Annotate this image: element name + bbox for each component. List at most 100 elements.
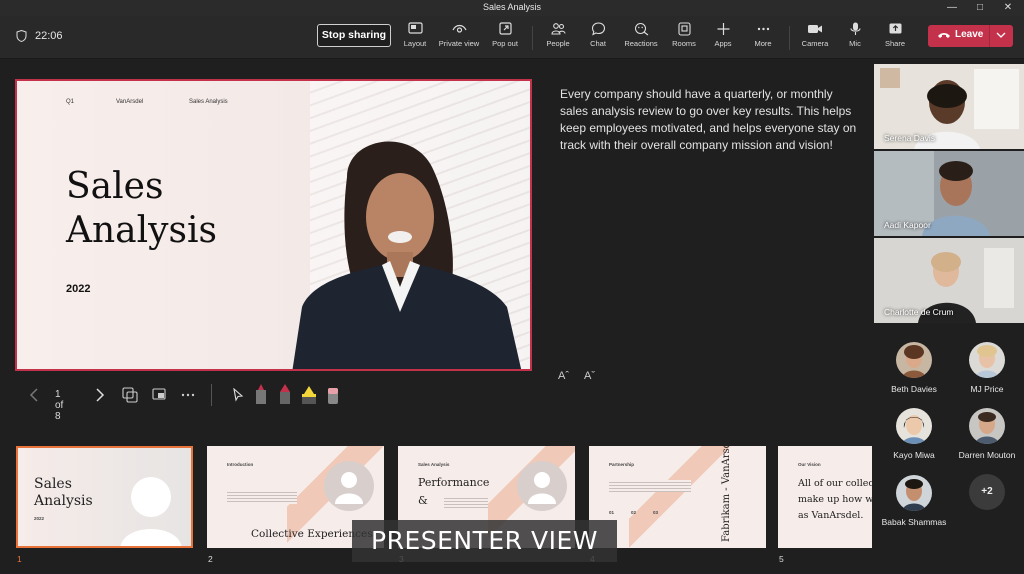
private-view-button[interactable]: Private view bbox=[436, 22, 482, 48]
layout-button[interactable]: Layout bbox=[392, 22, 438, 48]
private-view-label: Private view bbox=[438, 39, 480, 48]
share-icon bbox=[889, 23, 901, 34]
close-icon[interactable]: ✕ bbox=[994, 0, 1022, 16]
pointer-icon[interactable] bbox=[232, 388, 244, 402]
reactions-button[interactable]: Reactions bbox=[618, 22, 664, 48]
more-icon bbox=[757, 27, 769, 31]
thumb-stat: 02 bbox=[631, 510, 637, 515]
eraser-icon[interactable] bbox=[326, 384, 340, 406]
timer-text: 22:06 bbox=[35, 30, 63, 42]
participant-name: Darren Mouton bbox=[958, 450, 1016, 460]
thumb-heading: Partnership bbox=[609, 462, 635, 467]
thumb-heading: Our Vision bbox=[798, 462, 821, 467]
pop-out-icon bbox=[498, 22, 512, 35]
participant-name: Aadi Kapoor bbox=[884, 220, 931, 230]
rooms-label: Rooms bbox=[672, 39, 696, 48]
participant-avatar[interactable]: MJ Price bbox=[947, 342, 1024, 394]
slide-title-line1: Sales bbox=[66, 166, 164, 207]
thumb-heading: Introduction bbox=[227, 462, 254, 467]
rooms-icon bbox=[677, 22, 691, 36]
more-options-icon[interactable] bbox=[181, 387, 195, 403]
participant-video[interactable]: Aadi Kapoor bbox=[874, 151, 1024, 236]
slide-thumbnail[interactable]: Our Vision All of our collecti make up h… bbox=[778, 446, 872, 548]
chevron-down-icon[interactable] bbox=[994, 28, 1008, 42]
layout-icon bbox=[407, 22, 423, 34]
participant-video[interactable]: Charlotte de Crum bbox=[874, 238, 1024, 323]
leave-button[interactable]: Leave bbox=[928, 25, 1013, 47]
avatar bbox=[896, 342, 932, 378]
thumb-title-line1: Sales bbox=[34, 476, 72, 492]
pop-out-button[interactable]: Pop out bbox=[482, 22, 528, 48]
thumb-subtitle: 2022 bbox=[34, 516, 45, 521]
people-icon bbox=[550, 23, 566, 35]
thumb-heading: Sales Analysis bbox=[418, 462, 450, 467]
laser-pen-icon[interactable] bbox=[254, 384, 268, 406]
thumb-big-text: make up how we bbox=[798, 494, 872, 505]
thumb-number: 5 bbox=[779, 554, 784, 564]
thumb-title-line2: Analysis bbox=[34, 493, 93, 509]
maximize-icon[interactable]: □ bbox=[966, 0, 994, 16]
participant-avatar[interactable]: Darren Mouton bbox=[947, 408, 1024, 460]
chat-icon bbox=[591, 22, 605, 36]
thumb-big-text: & bbox=[418, 494, 428, 507]
mic-icon bbox=[849, 22, 861, 35]
slide-title-line2: Analysis bbox=[66, 210, 217, 251]
decrease-font-button[interactable]: Aˇ bbox=[584, 370, 595, 382]
share-label: Share bbox=[884, 39, 905, 48]
controls-divider bbox=[211, 384, 212, 406]
participant-avatar[interactable]: Kayo Miwa bbox=[874, 408, 954, 460]
thumb-big-text: as VanArsdel. bbox=[798, 510, 864, 521]
more-participants-button[interactable]: +2 bbox=[969, 474, 1005, 510]
share-button[interactable]: Share bbox=[872, 22, 918, 48]
slide-thumbnail[interactable]: Sales Analysis 2022 bbox=[16, 446, 193, 548]
participant-name: Beth Davies bbox=[891, 384, 937, 394]
plus-icon bbox=[717, 23, 729, 35]
participant-name: Babak Shammas bbox=[881, 517, 947, 527]
more-button[interactable]: More bbox=[740, 22, 786, 48]
current-slide[interactable]: Q1 VanArsdel Sales Analysis Sales Analys… bbox=[15, 79, 532, 371]
participant-name: MJ Price bbox=[970, 384, 1004, 394]
stop-sharing-button[interactable]: Stop sharing bbox=[317, 24, 391, 47]
thumb-big-text: All of our collecti bbox=[798, 478, 872, 489]
phone-hangup-icon bbox=[938, 32, 950, 38]
pop-out-label: Pop out bbox=[492, 39, 518, 48]
placeholder-person-icon bbox=[324, 461, 374, 511]
participant-video[interactable]: Serena Davis bbox=[874, 64, 1024, 149]
highlighter-icon[interactable] bbox=[301, 384, 317, 406]
participant-name: Charlotte de Crum bbox=[884, 307, 954, 317]
placeholder-person-icon bbox=[120, 477, 182, 546]
chevron-left-icon[interactable] bbox=[28, 387, 40, 403]
presenter-video bbox=[292, 141, 522, 369]
window-title: Sales Analysis bbox=[482, 2, 542, 12]
chat-button[interactable]: Chat bbox=[575, 22, 621, 48]
more-label: More bbox=[754, 39, 772, 48]
participant-avatar[interactable]: Beth Davies bbox=[874, 342, 954, 394]
camera-icon bbox=[808, 25, 822, 33]
thumb-stat: 03 bbox=[653, 510, 659, 515]
chat-label: Chat bbox=[590, 39, 606, 48]
presenter-view-banner: PRESENTER VIEW bbox=[352, 520, 617, 562]
meeting-timer: 22:06 bbox=[16, 30, 63, 42]
leave-label: Leave bbox=[955, 29, 984, 40]
slide-header-company: VanArsdel bbox=[116, 99, 144, 105]
all-slides-icon[interactable] bbox=[122, 387, 138, 403]
leave-divider bbox=[989, 25, 990, 47]
camera-label: Camera bbox=[801, 39, 829, 48]
people-label: People bbox=[546, 39, 570, 48]
participant-name: Serena Davis bbox=[884, 133, 936, 143]
toolbar-divider bbox=[532, 26, 533, 50]
minimize-icon[interactable]: — bbox=[938, 0, 966, 16]
speaker-notes: Every company should have a quarterly, o… bbox=[560, 87, 857, 152]
thumb-number: 1 bbox=[17, 554, 22, 564]
slide-header-q: Q1 bbox=[66, 99, 75, 105]
participant-avatar[interactable]: Babak Shammas bbox=[874, 475, 954, 527]
avatar bbox=[896, 475, 932, 511]
zoom-slide-icon[interactable] bbox=[152, 387, 168, 403]
avatar bbox=[969, 342, 1005, 378]
chevron-right-icon[interactable] bbox=[94, 387, 106, 403]
thumb-stat: 01 bbox=[609, 510, 615, 515]
pen-icon[interactable] bbox=[278, 384, 292, 406]
meeting-toolbar: 22:06 Stop sharing Layout Private view P… bbox=[0, 16, 1024, 59]
increase-font-button[interactable]: Aˆ bbox=[558, 370, 569, 382]
toolbar-divider bbox=[789, 26, 790, 50]
